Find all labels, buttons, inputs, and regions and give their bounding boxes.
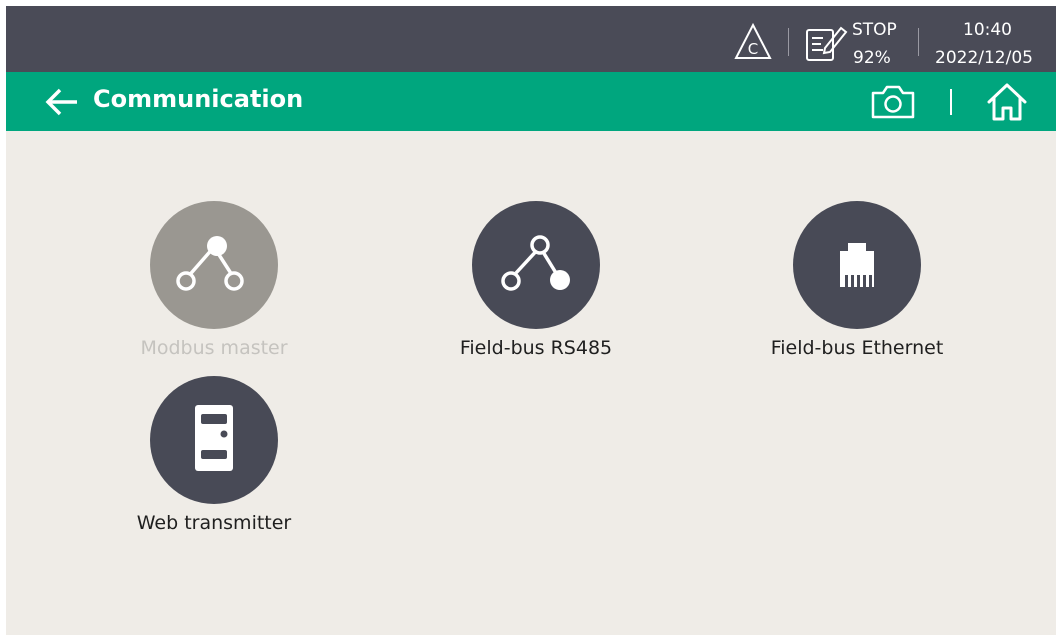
screen: C STOP 92% 10:40 2022/12/05 Communicatio…: [6, 6, 1056, 635]
run-state: STOP: [852, 20, 897, 40]
home-icon[interactable]: [985, 82, 1029, 122]
modbus-master-button[interactable]: [150, 201, 278, 329]
web-transmitter-button[interactable]: [150, 376, 278, 504]
status-divider: [788, 28, 789, 56]
status-bar: C STOP 92% 10:40 2022/12/05: [6, 6, 1056, 72]
menu-item-modbus-master[interactable]: Modbus master: [64, 201, 364, 371]
arrow-left-icon[interactable]: [44, 86, 80, 118]
clock-time: 10:40: [963, 20, 1012, 40]
warning-c-icon: C: [734, 22, 772, 59]
field-bus-ethernet-label: Field-bus Ethernet: [770, 337, 944, 359]
camera-icon[interactable]: [870, 84, 916, 120]
percent-value: 92%: [853, 48, 891, 68]
title-bar: Communication: [6, 72, 1056, 131]
edit-note-icon: [806, 26, 848, 61]
svg-text:C: C: [748, 40, 758, 58]
menu-item-field-bus-ethernet[interactable]: Field-bus Ethernet: [707, 201, 1007, 371]
server-icon: [195, 405, 233, 471]
modbus-master-label: Modbus master: [140, 337, 288, 359]
page-title: Communication: [93, 85, 304, 113]
field-bus-rs485-button[interactable]: [472, 201, 600, 329]
title-divider: [950, 89, 952, 115]
field-bus-rs485-label: Field-bus RS485: [459, 337, 613, 359]
network-node-icon: [176, 236, 244, 291]
web-transmitter-label: Web transmitter: [136, 512, 292, 534]
ethernet-port-icon: [840, 243, 874, 287]
field-bus-ethernet-button[interactable]: [793, 201, 921, 329]
status-divider: [918, 28, 919, 56]
network-node-icon: [501, 235, 570, 291]
clock-date: 2022/12/05: [935, 48, 1033, 68]
menu-item-web-transmitter[interactable]: Web transmitter: [64, 376, 364, 546]
menu-item-field-bus-rs485[interactable]: Field-bus RS485: [386, 201, 686, 371]
